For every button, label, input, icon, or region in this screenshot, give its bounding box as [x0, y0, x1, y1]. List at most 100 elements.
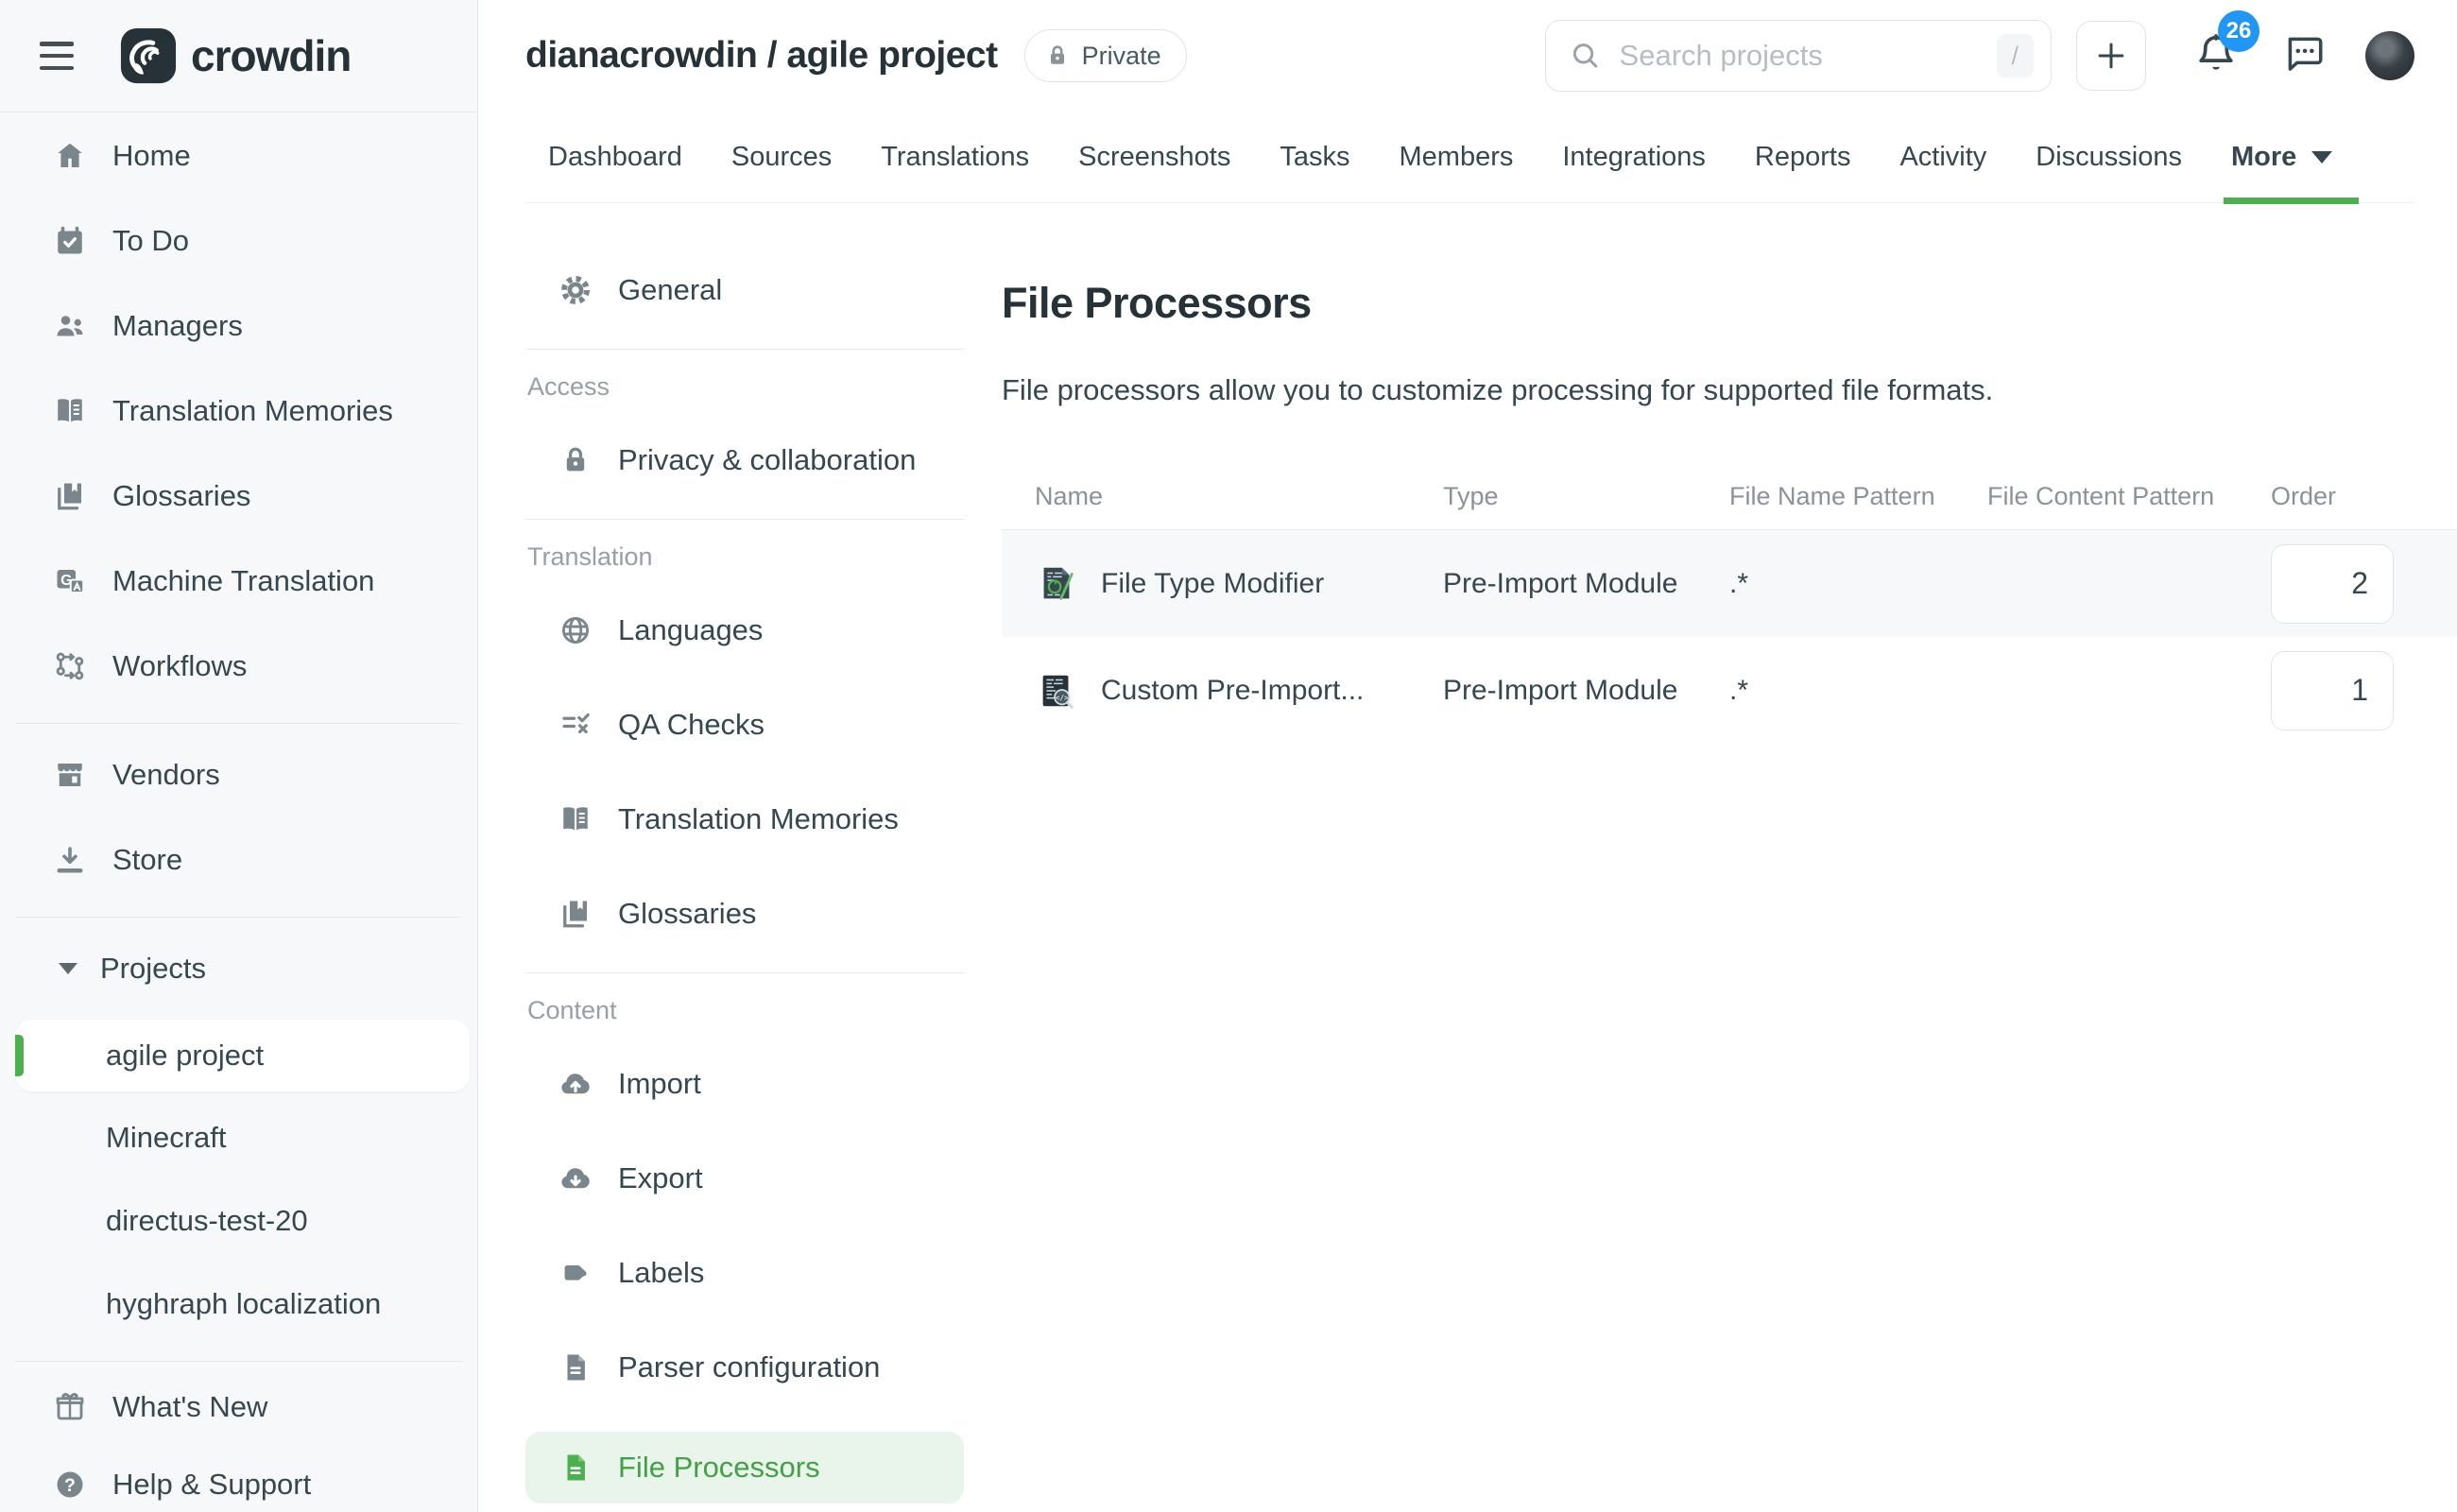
settings-item-file-processors[interactable]: File Processors — [525, 1432, 964, 1503]
processor-type-cell: Pre-Import Module — [1410, 675, 1696, 707]
settings-item-label: Glossaries — [618, 897, 756, 931]
sidebar-divider — [15, 1361, 462, 1362]
tab-screenshots[interactable]: Screenshots — [1078, 112, 1230, 203]
tab-tasks[interactable]: Tasks — [1280, 112, 1349, 203]
settings-item-import[interactable]: Import — [525, 1054, 964, 1114]
projects-label: Projects — [100, 952, 206, 986]
settings-item-parser-configuration[interactable]: Parser configuration — [525, 1337, 964, 1398]
sidebar-project-hyghraph-localization[interactable]: hyghraph localization — [0, 1276, 477, 1332]
tag-icon — [558, 1255, 593, 1291]
project-label: agile project — [106, 1039, 264, 1073]
translation-memories-icon — [52, 393, 88, 429]
file-name-pattern-cell: .* — [1696, 568, 1954, 600]
sidebar-item-store[interactable]: Store — [0, 832, 477, 888]
tab-sources[interactable]: Sources — [731, 112, 832, 203]
project-label: directus-test-20 — [106, 1204, 308, 1238]
settings-item-export[interactable]: Export — [525, 1148, 964, 1209]
settings-group-content: Content — [527, 996, 964, 1025]
custom-pre-import-icon: </> — [1035, 669, 1078, 713]
page-description: File processors allow you to customize p… — [1002, 373, 2457, 407]
home-icon — [52, 138, 88, 174]
brand-name: crowdin — [191, 30, 351, 81]
tab-reports[interactable]: Reports — [1755, 112, 1851, 203]
search-input[interactable] — [1620, 39, 1997, 73]
page-title: File Processors — [1002, 279, 2457, 328]
tab-dashboard[interactable]: Dashboard — [548, 112, 682, 203]
document-icon — [558, 1349, 593, 1385]
store-icon — [52, 842, 88, 878]
settings-item-label: Languages — [618, 613, 763, 647]
table-row[interactable]: </> Custom Pre-Import... Pre-Import Modu… — [1002, 637, 2457, 744]
hamburger-menu-icon[interactable] — [40, 42, 74, 70]
crowdin-logo-icon — [119, 26, 178, 85]
settings-divider — [525, 349, 964, 350]
messages-button[interactable] — [2280, 30, 2328, 82]
sidebar-item-whats-new[interactable]: What's New — [0, 1379, 477, 1435]
notifications-button[interactable]: 26 — [2191, 29, 2241, 83]
sidebar-item-todo[interactable]: To Do — [0, 213, 477, 269]
sidebar-item-glossaries[interactable]: Glossaries — [0, 468, 477, 524]
create-project-button[interactable] — [2076, 21, 2146, 91]
glossaries-icon — [52, 478, 88, 514]
caret-down-icon — [59, 963, 77, 974]
sidebar-item-help-support[interactable]: ? Help & Support — [0, 1456, 477, 1512]
sidebar-item-translation-memories[interactable]: Translation Memories — [0, 383, 477, 439]
file-processors-icon — [558, 1450, 593, 1486]
settings-item-label: QA Checks — [618, 708, 765, 742]
sidebar-item-label: To Do — [112, 224, 189, 258]
sidebar-item-label: Glossaries — [112, 479, 250, 513]
topbar: dianacrowdin / agile project Private / 2… — [478, 0, 2457, 203]
sidebar-item-managers[interactable]: Managers — [0, 298, 477, 354]
sidebar-item-label: Managers — [112, 309, 243, 343]
translation-memories-icon — [558, 801, 593, 837]
settings-divider — [525, 972, 964, 973]
sidebar-item-machine-translation[interactable]: G Machine Translation — [0, 553, 477, 610]
settings-item-label: Labels — [618, 1256, 704, 1290]
sidebar-item-label: Store — [112, 843, 182, 877]
settings-item-general[interactable]: General — [525, 260, 964, 320]
search-box: / — [1545, 20, 2052, 92]
sidebar-project-directus-test-20[interactable]: directus-test-20 — [0, 1193, 477, 1249]
sidebar-nav: Home To Do Managers Translation Memories… — [0, 112, 477, 1512]
plus-icon — [2093, 38, 2129, 74]
tab-more[interactable]: More — [2231, 112, 2332, 203]
sidebar-project-agile-project[interactable]: agile project — [15, 1020, 470, 1091]
tab-discussions[interactable]: Discussions — [2036, 112, 2182, 203]
content-area: General Access Privacy & collaboration T… — [478, 203, 2457, 1512]
sidebar-projects-toggle[interactable]: Projects — [0, 940, 477, 997]
tab-integrations[interactable]: Integrations — [1562, 112, 1706, 203]
order-input[interactable] — [2271, 651, 2394, 730]
sidebar-item-label: Vendors — [112, 758, 220, 792]
user-avatar[interactable] — [2365, 31, 2414, 80]
project-title-row: dianacrowdin / agile project Private / 2… — [525, 0, 2414, 112]
project-label: hyghraph localization — [106, 1287, 381, 1321]
sidebar-divider — [15, 723, 462, 724]
settings-item-labels[interactable]: Labels — [525, 1243, 964, 1303]
project-breadcrumb: dianacrowdin / agile project — [525, 35, 998, 77]
sidebar-item-home[interactable]: Home — [0, 128, 477, 184]
file-processors-page: File Processors File processors allow yo… — [964, 203, 2457, 1512]
search-shortcut-hint: / — [1997, 34, 2034, 77]
logo-row: crowdin — [0, 0, 477, 112]
tab-members[interactable]: Members — [1400, 112, 1514, 203]
sidebar-item-workflows[interactable]: Workflows — [0, 638, 477, 695]
tab-translations[interactable]: Translations — [881, 112, 1029, 203]
gear-icon — [558, 272, 593, 308]
tab-activity[interactable]: Activity — [1899, 112, 1986, 203]
settings-item-privacy-collaboration[interactable]: Privacy & collaboration — [525, 430, 964, 490]
search-icon — [1569, 39, 1603, 73]
column-header-name: Name — [1002, 482, 1410, 511]
sidebar-project-minecraft[interactable]: Minecraft — [0, 1109, 477, 1166]
settings-item-translation-memories[interactable]: Translation Memories — [525, 789, 964, 850]
settings-item-qa-checks[interactable]: QA Checks — [525, 695, 964, 755]
table-row[interactable]: File Type Modifier Pre-Import Module .* — [1002, 530, 2457, 637]
settings-item-label: Export — [618, 1161, 703, 1195]
sidebar-item-label: Translation Memories — [112, 394, 393, 428]
settings-item-label: Import — [618, 1067, 701, 1101]
lock-icon — [1044, 43, 1071, 69]
active-tab-indicator — [2224, 198, 2359, 204]
sidebar-item-vendors[interactable]: Vendors — [0, 747, 477, 803]
settings-item-glossaries[interactable]: Glossaries — [525, 884, 964, 944]
order-input[interactable] — [2271, 544, 2394, 624]
settings-item-languages[interactable]: Languages — [525, 600, 964, 661]
